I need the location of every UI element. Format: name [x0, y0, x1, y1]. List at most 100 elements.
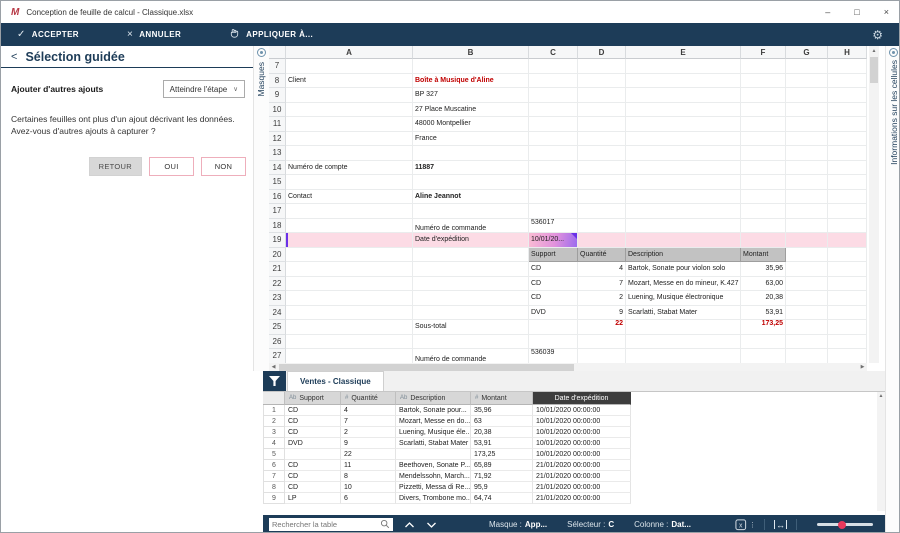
sheet-cell[interactable]	[578, 117, 626, 132]
sheet-cell[interactable]	[828, 88, 867, 103]
sheet-cell[interactable]	[578, 88, 626, 103]
sheet-cell[interactable]	[828, 291, 867, 306]
sheet-cell[interactable]	[626, 88, 741, 103]
zoom-slider-handle[interactable]	[838, 520, 847, 529]
search-box[interactable]	[269, 518, 393, 531]
table-cell[interactable]: Beethoven, Sonate P...	[396, 460, 471, 471]
table-vscrollbar[interactable]: ▲ ▼	[877, 392, 885, 511]
sheet-cell[interactable]: 20,38	[741, 291, 786, 306]
sheet-cell[interactable]	[626, 146, 741, 161]
table-cell[interactable]: 71,92	[471, 471, 533, 482]
scroll-up-icon[interactable]: ▲	[869, 46, 879, 56]
sheet-cell[interactable]: Contact	[286, 189, 413, 204]
sheet-cell[interactable]	[741, 189, 786, 204]
sheet-cell[interactable]	[828, 117, 867, 132]
row-header[interactable]: 12	[269, 131, 286, 146]
sheet-cell[interactable]: 48000 Montpellier	[413, 117, 529, 132]
sheet-cell[interactable]	[741, 117, 786, 132]
row-header[interactable]: 14	[269, 160, 286, 175]
table-cell[interactable]: 6	[341, 493, 396, 504]
column-header[interactable]: F	[741, 46, 786, 59]
sheet-cell[interactable]: DVD	[529, 305, 578, 320]
column-header[interactable]: D	[578, 46, 626, 59]
table-column-header[interactable]: Ab Support	[285, 392, 341, 405]
sheet-cell[interactable]	[578, 334, 626, 349]
row-header[interactable]: 19	[269, 233, 286, 248]
table-cell[interactable]: CD	[285, 482, 341, 493]
table-cell[interactable]: 10/01/2020 00:00:00	[533, 405, 631, 416]
table-cell[interactable]: 35,96	[471, 405, 533, 416]
sheet-cell[interactable]	[626, 204, 741, 219]
minimize-button[interactable]: –	[825, 7, 830, 17]
sheet-cell[interactable]	[286, 291, 413, 306]
sheet-cell[interactable]	[786, 233, 828, 248]
sheet-cell[interactable]	[786, 320, 828, 335]
column-header[interactable]: A	[286, 46, 413, 59]
sheet-cell[interactable]: Description	[626, 247, 741, 262]
sheet-cell[interactable]	[828, 102, 867, 117]
sheet-cell[interactable]: 9	[578, 305, 626, 320]
table-cell[interactable]: 95,9	[471, 482, 533, 493]
oui-button[interactable]: OUI	[149, 156, 194, 176]
sheet-cell[interactable]	[413, 175, 529, 190]
close-button[interactable]: ×	[884, 7, 889, 17]
sheet-cell[interactable]	[529, 73, 578, 88]
sheet-cell[interactable]	[626, 320, 741, 335]
sheet-cell[interactable]	[741, 349, 786, 363]
sheet-cell[interactable]	[626, 175, 741, 190]
sheet-cell[interactable]: Numéro de compte	[286, 160, 413, 175]
sheet-cell[interactable]	[828, 59, 867, 74]
sheet-cell[interactable]	[529, 320, 578, 335]
sheet-cell[interactable]	[828, 73, 867, 88]
sheet-cell[interactable]	[529, 88, 578, 103]
sheet-cell[interactable]	[413, 146, 529, 161]
sheet-cell[interactable]	[286, 146, 413, 161]
zoom-slider[interactable]	[817, 520, 873, 529]
sheet-cell[interactable]: 173,25	[741, 320, 786, 335]
sheet-cell[interactable]	[529, 131, 578, 146]
sheet-cell[interactable]	[828, 305, 867, 320]
row-header[interactable]: 10	[269, 102, 286, 117]
search-prev-button[interactable]	[404, 521, 415, 529]
fit-width-button[interactable]: ↔	[773, 520, 788, 530]
sheet-cell[interactable]: Mozart, Messe en do mineur, K.427	[626, 276, 741, 291]
table-row-number[interactable]: 9	[263, 493, 285, 504]
sheet-cell[interactable]: Date d'expédition	[413, 233, 529, 248]
sheet-cell[interactable]	[626, 160, 741, 175]
back-chevron-icon[interactable]: <	[11, 51, 17, 63]
table-row-number[interactable]: 5	[263, 449, 285, 460]
table-cell[interactable]: 21/01/2020 00:00:00	[533, 482, 631, 493]
table-filter-icon[interactable]	[263, 371, 286, 391]
sheet-cell[interactable]	[529, 189, 578, 204]
sheet-cell[interactable]	[786, 59, 828, 74]
row-header[interactable]: 25	[269, 320, 286, 335]
sheet-cell[interactable]	[786, 247, 828, 262]
sheet-cell[interactable]	[786, 218, 828, 233]
sheet-cell[interactable]: 536039	[529, 349, 578, 363]
sheet-cell[interactable]: Numéro de commande	[413, 349, 529, 363]
table-cell[interactable]: Scarlatti, Stabat Mater	[396, 438, 471, 449]
sheet-cell[interactable]	[626, 334, 741, 349]
sheet-cell[interactable]	[578, 204, 626, 219]
sheet-cell[interactable]	[413, 276, 529, 291]
column-header[interactable]: E	[626, 46, 741, 59]
sheet-cell[interactable]	[828, 233, 867, 248]
sheet-cell[interactable]	[741, 102, 786, 117]
sheet-cell[interactable]	[786, 334, 828, 349]
sheet-cell[interactable]	[286, 175, 413, 190]
row-header[interactable]: 8	[269, 73, 286, 88]
apply-to-button[interactable]: APPLIQUER À...	[229, 28, 313, 42]
sheet-cell[interactable]	[286, 204, 413, 219]
sheet-cell[interactable]	[741, 218, 786, 233]
sheet-cell[interactable]	[786, 73, 828, 88]
sheet-cell[interactable]: 536017	[529, 218, 578, 233]
tab-cell-info[interactable]: Informations sur les cellules	[889, 60, 899, 165]
sheet-cell[interactable]	[741, 334, 786, 349]
sheet-cell[interactable]	[626, 349, 741, 363]
row-header[interactable]: 26	[269, 334, 286, 349]
accept-button[interactable]: ✓ ACCEPTER	[17, 29, 79, 40]
table-column-header[interactable]: # Montant	[471, 392, 533, 405]
sheet-cell[interactable]	[286, 218, 413, 233]
sheet-cell[interactable]: Montant	[741, 247, 786, 262]
sheet-cell[interactable]	[626, 73, 741, 88]
